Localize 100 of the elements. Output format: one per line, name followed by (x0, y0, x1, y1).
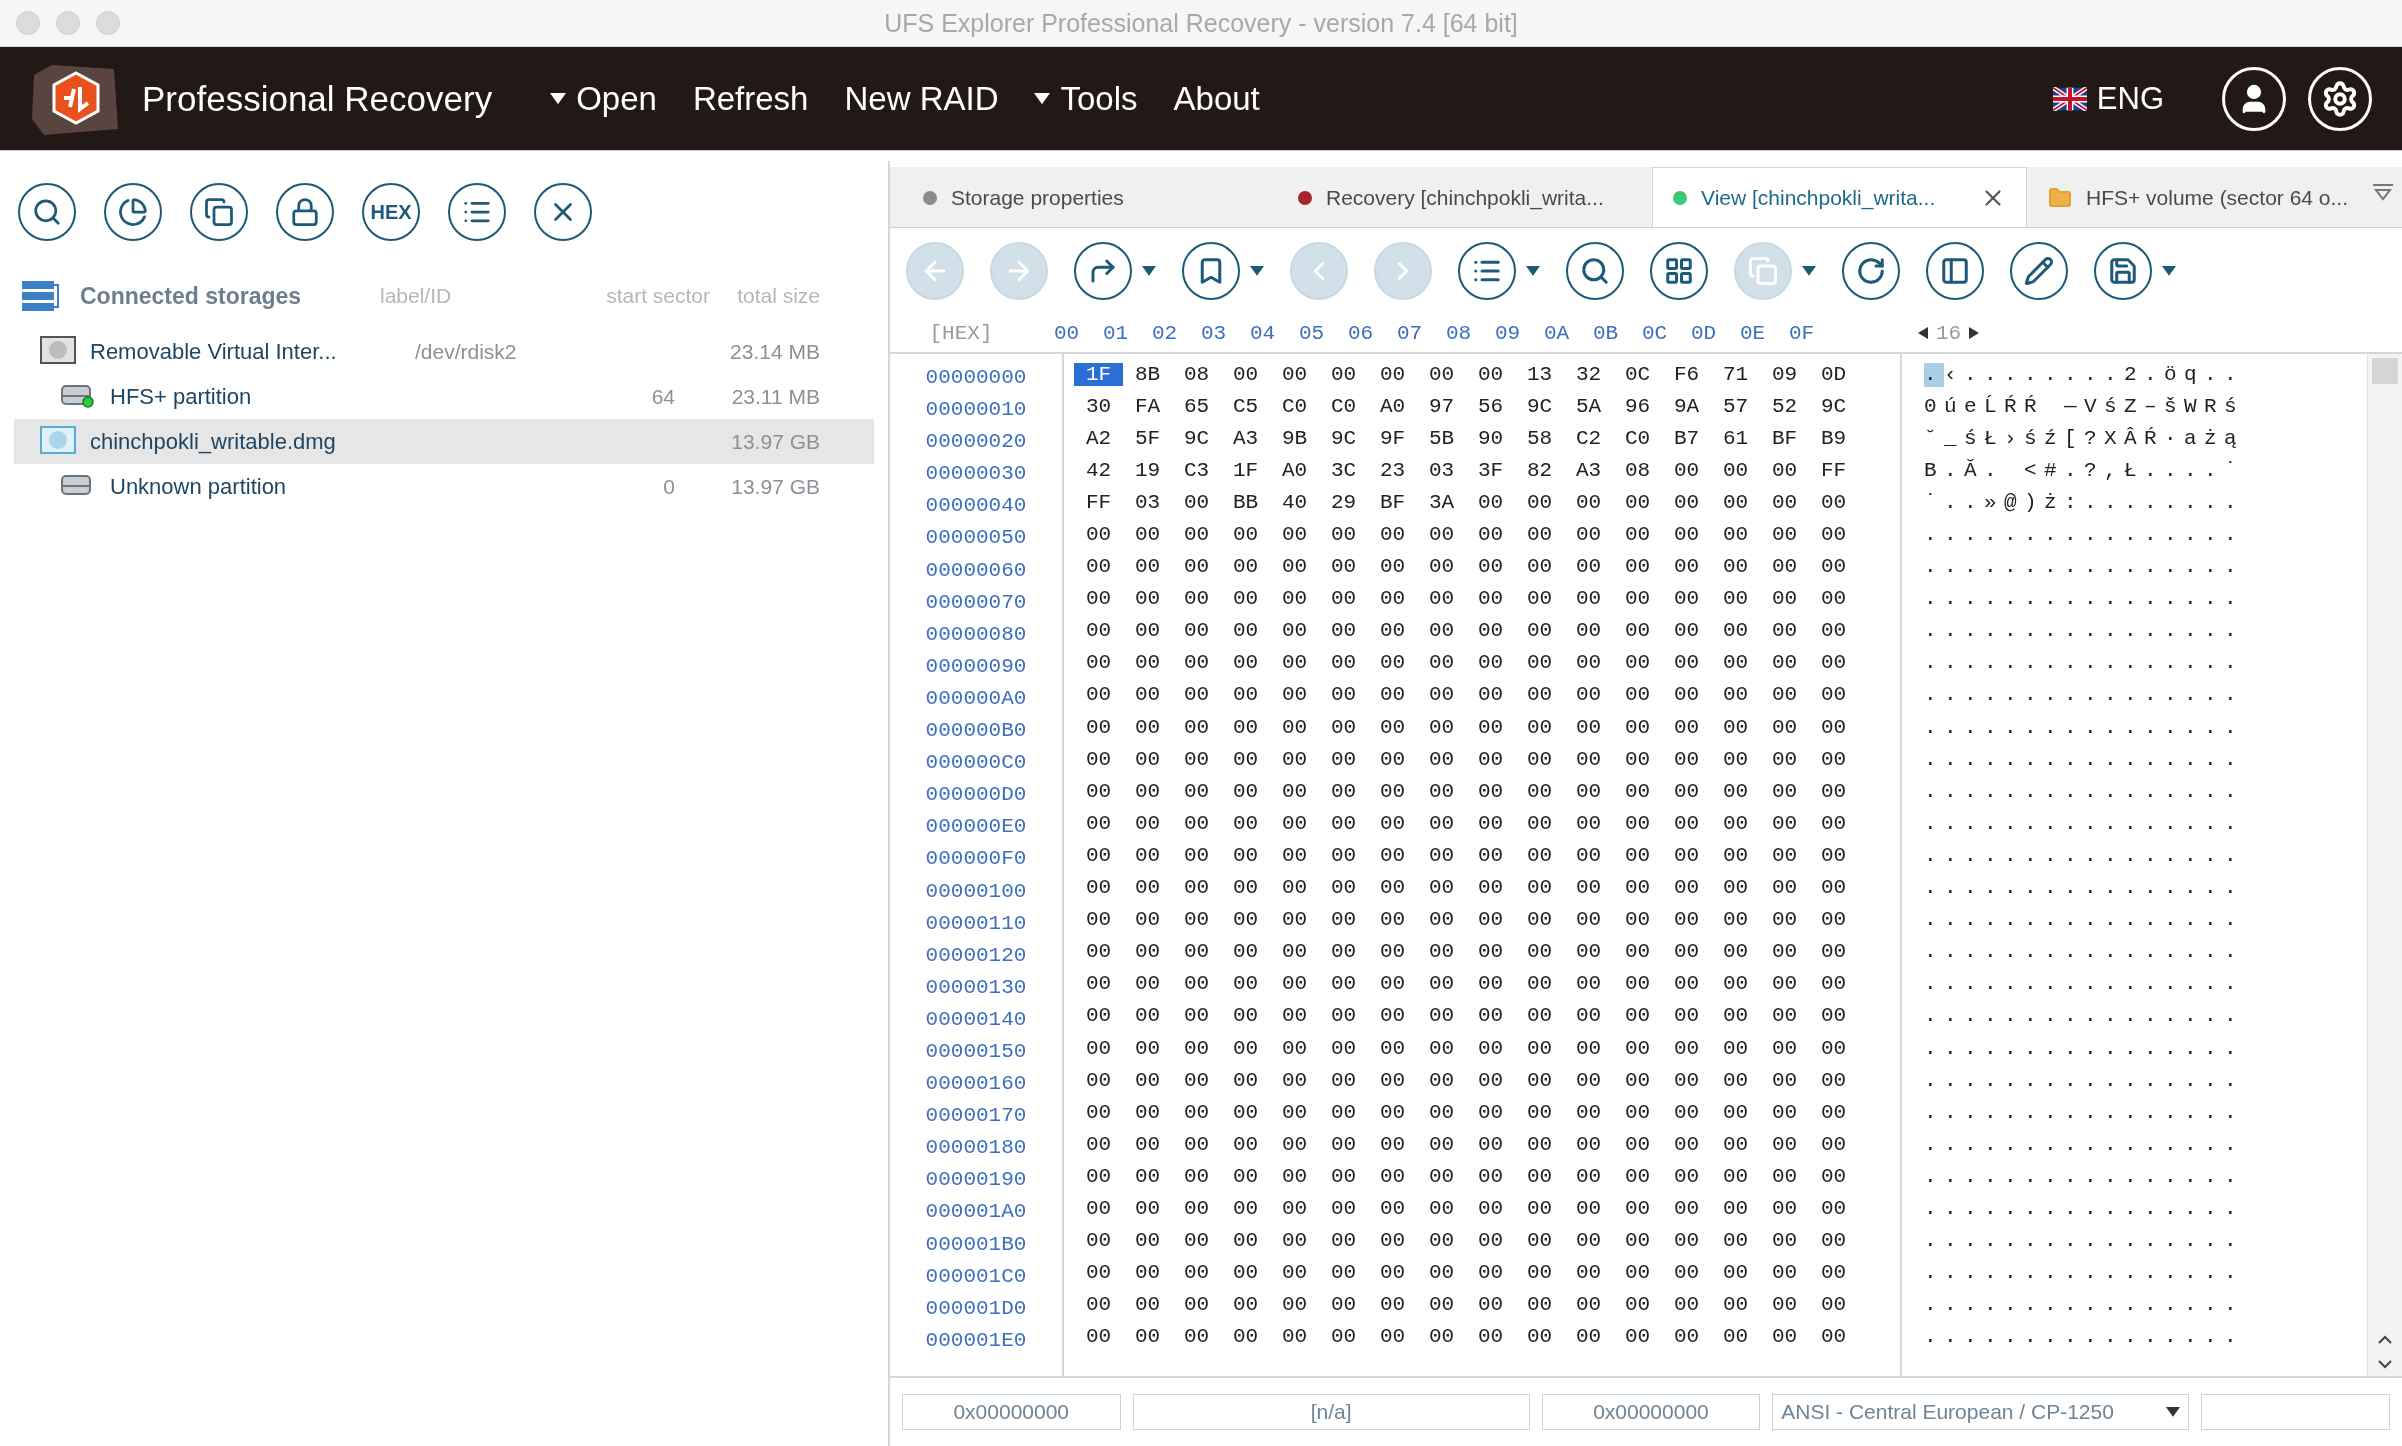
copy-icon (204, 197, 234, 227)
text-preview: ˘_śŁ›śź[?XÂŔ·ażą (1924, 426, 2245, 450)
language-button[interactable]: ENG (2046, 79, 2170, 118)
toolbar-button[interactable] (1458, 242, 1516, 300)
hex-byte: 00 (1623, 715, 1652, 739)
hex-byte: 00 (1819, 1197, 1848, 1220)
column-header: 06 (1346, 321, 1375, 345)
toolbar-button[interactable] (534, 183, 592, 241)
hex-byte: 00 (1280, 1068, 1309, 1092)
hex-byte: 00 (1770, 811, 1799, 835)
toolbar-button[interactable] (104, 183, 162, 241)
hex-byte: 00 (1378, 651, 1407, 675)
user-button[interactable] (2222, 66, 2286, 131)
address: 00000100 (925, 878, 1027, 905)
toolbar-button[interactable] (1926, 242, 1984, 300)
increase-icon[interactable] (1969, 327, 1980, 339)
hex-byte: 00 (1182, 747, 1211, 771)
hex-byte: 00 (1378, 876, 1407, 900)
hex-byte: 00 (1574, 1100, 1603, 1124)
hex-byte: 00 (1672, 715, 1701, 739)
toolbar-button[interactable] (1566, 242, 1624, 300)
toolbar-button[interactable] (2094, 242, 2152, 300)
storage-row[interactable]: HFS+ partition 64 23.11 MB (14, 374, 874, 419)
tab[interactable]: Storage properties (902, 167, 1277, 227)
offset-field: 0x00000000 (902, 1394, 1121, 1430)
menu-item[interactable]: About (1155, 79, 1278, 118)
toolbar-button[interactable] (18, 183, 76, 241)
menu-item[interactable]: Tools (1016, 79, 1156, 118)
toolbar-button[interactable] (1842, 242, 1900, 300)
hex-byte: 5B (1427, 426, 1456, 450)
hex-byte: 00 (1623, 1293, 1652, 1317)
hex-byte: 00 (1231, 362, 1260, 386)
hex-byte: 00 (1182, 619, 1211, 643)
menu-item[interactable]: Open (532, 79, 675, 118)
storage-row[interactable]: Removable Virtual Inter... /dev/rdisk2 23.14 MB (14, 329, 874, 374)
toolbar-button[interactable] (1650, 242, 1708, 300)
column-header: 0A (1542, 321, 1571, 345)
tab[interactable]: Recovery [chinchpokli_writa... (1277, 167, 1652, 227)
hex-byte: 00 (1329, 555, 1358, 579)
column-header: 09 (1493, 321, 1522, 345)
scrollbar[interactable] (2367, 354, 2402, 1376)
hex-byte: 00 (1378, 747, 1407, 771)
tab[interactable]: HFS+ volume (sector 64 o... (2027, 167, 2402, 227)
hex-byte: 00 (1525, 1261, 1554, 1285)
tab[interactable]: View [chinchpokli_writa... (1652, 167, 2027, 227)
hex-byte: 00 (1476, 1197, 1505, 1220)
text-preview: ................ (1924, 1068, 2245, 1092)
hex-byte: 00 (1623, 1036, 1652, 1060)
storage-row[interactable]: chinchpokli_writable.dmg 13.97 GB (14, 419, 874, 464)
toolbar-button[interactable] (190, 183, 248, 241)
hex-byte: 00 (1182, 876, 1211, 900)
tab-overflow-icon[interactable] (2372, 183, 2394, 201)
hex-view-button[interactable]: HEX (362, 183, 420, 241)
hex-corner-label: [HEX] (928, 321, 994, 345)
storage-row[interactable]: Unknown partition 0 13.97 GB (14, 464, 874, 509)
menu-item[interactable]: New RAID (826, 79, 1017, 118)
hex-byte: 9C (1329, 426, 1358, 450)
hex-byte: 00 (1378, 1132, 1407, 1156)
menu-item[interactable]: Refresh (674, 79, 827, 118)
hex-byte: 71 (1721, 362, 1750, 386)
hex-byte: 00 (1721, 1100, 1750, 1124)
hex-byte: 00 (1182, 1197, 1211, 1220)
hex-byte: 00 (1378, 940, 1407, 964)
hex-byte: 00 (1623, 1164, 1652, 1188)
hex-byte: 00 (1378, 1261, 1407, 1285)
hex-byte: 00 (1770, 1325, 1799, 1349)
hex-byte: 00 (1182, 1068, 1211, 1092)
toolbar-button[interactable] (448, 183, 506, 241)
hex-byte: 3F (1476, 458, 1505, 482)
storage-name: Removable Virtual Inter... (90, 338, 338, 365)
hex-byte: 00 (1182, 908, 1211, 932)
hex-byte: 00 (1672, 458, 1701, 482)
toolbar-button[interactable] (276, 183, 334, 241)
hex-byte: 00 (1672, 876, 1701, 900)
hex-byte: 00 (1329, 619, 1358, 643)
text-preview: ................ (1924, 908, 2245, 932)
hex-byte: 00 (1525, 1164, 1554, 1188)
toolbar-button[interactable] (2010, 242, 2068, 300)
address: 000001B0 (925, 1231, 1027, 1258)
hex-byte: 00 (1574, 972, 1603, 996)
address: 00000030 (925, 461, 1027, 488)
hex-byte: 9C (1819, 394, 1848, 418)
hex-byte: 00 (1623, 619, 1652, 643)
toolbar-button[interactable] (1074, 242, 1132, 300)
hex-byte: 00 (1770, 1036, 1799, 1060)
encoding-select[interactable]: ANSI - Central European / CP-1250 (1772, 1394, 2190, 1430)
decrease-icon[interactable] (1918, 327, 1928, 339)
hex-byte: 00 (1623, 747, 1652, 771)
total-size: 23.11 MB (730, 384, 820, 409)
hex-byte: 00 (1182, 1229, 1211, 1253)
scroll-thumb[interactable] (2372, 358, 2398, 384)
address: 00000040 (925, 493, 1027, 520)
address: 00000060 (925, 557, 1027, 584)
address: 00000080 (925, 621, 1027, 648)
toolbar-button[interactable] (1182, 242, 1240, 300)
hex-byte: 00 (1427, 1325, 1456, 1349)
hex-byte: 00 (1476, 715, 1505, 739)
hex-byte: 00 (1133, 1164, 1162, 1188)
address: 000000E0 (925, 814, 1027, 841)
settings-button[interactable] (2308, 66, 2372, 131)
